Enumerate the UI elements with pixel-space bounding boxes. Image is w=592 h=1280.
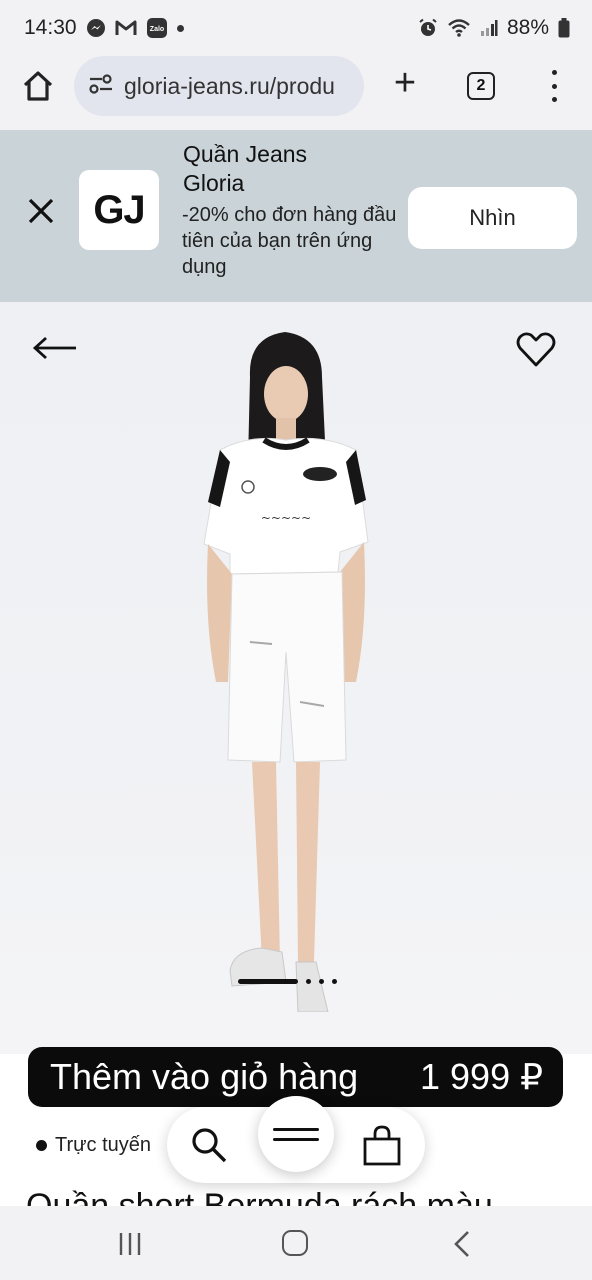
menu-line xyxy=(273,1137,319,1141)
menu-line xyxy=(273,1127,319,1131)
carousel-dot xyxy=(319,978,324,984)
browser-toolbar: gloria-jeans.ru/produ + 2 xyxy=(0,56,592,130)
home-icon xyxy=(23,71,53,101)
site-settings-icon[interactable] xyxy=(88,73,114,100)
app-install-banner: GJ Quần Jeans Gloria -20% cho đơn hàng đ… xyxy=(0,130,592,302)
status-left: 14:30 Zalo xyxy=(24,16,184,40)
tab-switcher-button[interactable]: 2 xyxy=(467,72,495,100)
carousel-indicator xyxy=(238,977,337,985)
menu-dot xyxy=(551,97,557,102)
alarm-icon xyxy=(418,18,438,38)
system-back-button[interactable] xyxy=(452,1230,472,1258)
status-bar: 14:30 Zalo 88% xyxy=(0,0,592,56)
screen: 14:30 Zalo 88% gloria-jeans.ru/produ + 2… xyxy=(0,0,592,1280)
menu-dot xyxy=(551,70,557,75)
availability-status: Trực tuyến xyxy=(36,1134,151,1157)
product-title: Quần short Bermuda rách màu xyxy=(26,1187,493,1206)
recent-apps-icon xyxy=(119,1233,141,1255)
svg-text:~~~~~: ~~~~~ xyxy=(261,511,311,525)
menu-button[interactable] xyxy=(258,1096,334,1172)
search-icon xyxy=(192,1128,227,1163)
battery-percent: 88% xyxy=(506,16,549,39)
app-logo: GJ xyxy=(79,170,159,250)
address-bar[interactable]: gloria-jeans.ru/produ xyxy=(74,56,364,116)
availability-label: Trực tuyến xyxy=(55,1134,152,1156)
shopping-bag-icon xyxy=(363,1125,401,1166)
product-price: 1 999 ₽ xyxy=(420,1056,543,1097)
add-to-cart-label: Thêm vào giỏ hàng xyxy=(50,1056,359,1097)
browser-menu-button[interactable] xyxy=(544,70,564,102)
view-app-button[interactable]: Nhìn xyxy=(408,187,577,249)
carousel-dot xyxy=(306,978,311,984)
banner-close-button[interactable] xyxy=(24,194,58,228)
system-nav-bar xyxy=(0,1206,592,1280)
wifi-icon xyxy=(447,18,471,38)
new-tab-button[interactable]: + xyxy=(388,64,422,104)
zalo-label: Zalo xyxy=(149,26,163,33)
close-icon xyxy=(28,198,54,224)
menu-dot xyxy=(551,83,557,89)
banner-description: -20% cho đơn hàng đầu tiên của bạn trên … xyxy=(182,204,397,278)
carousel-dot xyxy=(332,978,337,984)
cart-button[interactable] xyxy=(362,1124,402,1166)
url-text: gloria-jeans.ru/produ xyxy=(124,72,335,99)
recent-apps-button[interactable] xyxy=(118,1232,142,1256)
zalo-icon: Zalo xyxy=(146,17,168,39)
back-button[interactable] xyxy=(32,334,78,362)
status-dot xyxy=(36,1140,47,1151)
product-image-carousel[interactable]: ~~~~~ xyxy=(0,302,592,1054)
banner-title: Quần Jeans Gloria xyxy=(183,141,308,196)
search-button[interactable] xyxy=(189,1125,229,1165)
battery-icon xyxy=(558,18,570,38)
system-home-button[interactable] xyxy=(282,1230,308,1256)
model-photo: ~~~~~ xyxy=(203,332,369,1012)
favorite-button[interactable] xyxy=(516,332,556,368)
more-notifications-dot xyxy=(176,24,184,32)
status-right: 88% xyxy=(418,16,570,40)
messenger-icon xyxy=(86,18,106,38)
arrow-left-icon xyxy=(32,336,76,360)
heart-icon xyxy=(516,332,556,367)
carousel-dot-active xyxy=(238,978,298,984)
clock: 14:30 xyxy=(24,16,77,39)
chevron-left-icon xyxy=(454,1231,469,1257)
home-button[interactable] xyxy=(20,68,56,104)
gmail-icon xyxy=(115,19,137,37)
signal-icon xyxy=(480,19,498,37)
